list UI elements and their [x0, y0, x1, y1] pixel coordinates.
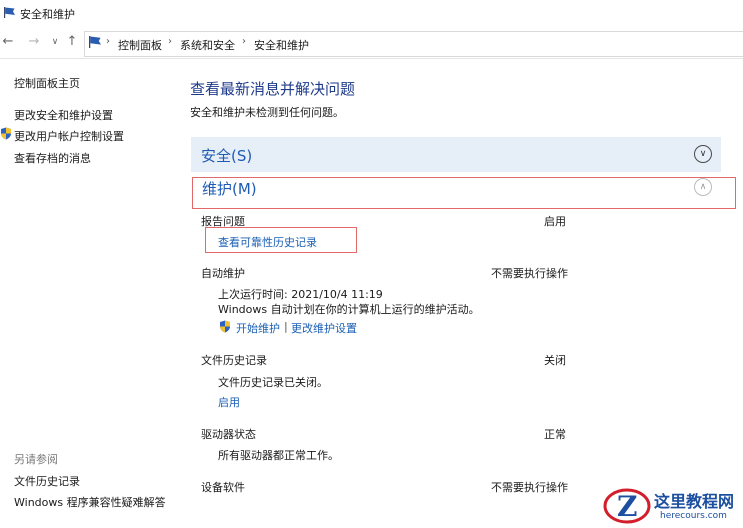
- sidebar-item-change-settings[interactable]: 更改安全和维护设置: [14, 107, 113, 123]
- window-title: 安全和维护: [20, 8, 75, 21]
- uac-shield-icon: [1, 127, 11, 140]
- drive-status-label: 驱动器状态: [201, 428, 256, 441]
- watermark-url: herecours.com: [660, 511, 727, 521]
- device-software-label: 设备软件: [201, 481, 245, 494]
- enable-file-history-link[interactable]: 启用: [218, 394, 240, 410]
- watermark-logo: Z: [603, 488, 651, 524]
- last-run-time: 上次运行时间: 2021/10/4 11:19: [218, 288, 383, 301]
- device-software-status: 不需要执行操作: [491, 481, 568, 494]
- maintenance-section-label[interactable]: 维护(M): [202, 178, 257, 199]
- report-problems-status: 启用: [544, 215, 566, 228]
- control-panel-flag-icon: [4, 7, 15, 18]
- back-arrow-icon[interactable]: ←: [1, 34, 15, 50]
- admin-shield-icon: [220, 320, 230, 333]
- change-maintenance-settings-link[interactable]: 更改维护设置: [291, 320, 357, 336]
- breadcrumb-item[interactable]: 控制面板: [118, 37, 162, 53]
- file-history-status: 关闭: [544, 354, 566, 367]
- collapse-chevron-icon[interactable]: ∧: [694, 178, 712, 196]
- breadcrumb-separator-icon: ›: [168, 36, 172, 47]
- recent-locations-chevron-icon[interactable]: ∨: [48, 34, 62, 50]
- sidebar-item-archived-messages[interactable]: 查看存档的消息: [14, 150, 91, 166]
- see-also-file-history[interactable]: 文件历史记录: [14, 473, 80, 489]
- expand-chevron-icon[interactable]: ∨: [694, 145, 712, 163]
- security-section-header[interactable]: [191, 137, 721, 172]
- security-section-label[interactable]: 安全(S): [201, 145, 252, 166]
- drive-status-value: 正常: [544, 428, 566, 441]
- sidebar-item-home[interactable]: 控制面板主页: [14, 75, 80, 91]
- watermark-name: 这里教程网: [654, 492, 735, 511]
- up-arrow-icon[interactable]: ↑: [65, 34, 79, 50]
- svg-text:Z: Z: [617, 490, 637, 523]
- file-history-label: 文件历史记录: [201, 354, 267, 367]
- see-also-compat-troubleshooter[interactable]: Windows 程序兼容性疑难解答: [14, 494, 166, 510]
- breadcrumb-separator-icon: ›: [242, 36, 246, 47]
- auto-maintenance-label: 自动维护: [201, 267, 245, 280]
- sidebar-item-uac-settings[interactable]: 更改用户帐户控制设置: [14, 128, 124, 144]
- page-subtitle: 安全和维护未检测到任何问题。: [190, 106, 344, 119]
- reliability-history-link[interactable]: 查看可靠性历史记录: [218, 234, 317, 250]
- auto-maintenance-status: 不需要执行操作: [491, 267, 568, 280]
- forward-arrow-icon[interactable]: →: [27, 34, 41, 50]
- breadcrumb-item[interactable]: 系统和安全: [180, 37, 235, 53]
- see-also-heading: 另请参阅: [14, 453, 58, 466]
- page-title: 查看最新消息并解决问题: [190, 80, 356, 98]
- breadcrumb-item[interactable]: 安全和维护: [254, 37, 309, 53]
- maintenance-highlight-box: [192, 177, 736, 209]
- file-history-description: 文件历史记录已关闭。: [218, 376, 328, 389]
- title-bar: [0, 0, 743, 26]
- auto-maintenance-description: Windows 自动计划在你的计算机上运行的维护活动。: [218, 303, 480, 316]
- drive-status-description: 所有驱动器都正常工作。: [218, 449, 339, 462]
- link-separator: |: [284, 320, 288, 333]
- address-flag-icon: [89, 36, 101, 48]
- start-maintenance-link[interactable]: 开始维护: [236, 320, 280, 336]
- breadcrumb-separator-icon: ›: [106, 36, 110, 47]
